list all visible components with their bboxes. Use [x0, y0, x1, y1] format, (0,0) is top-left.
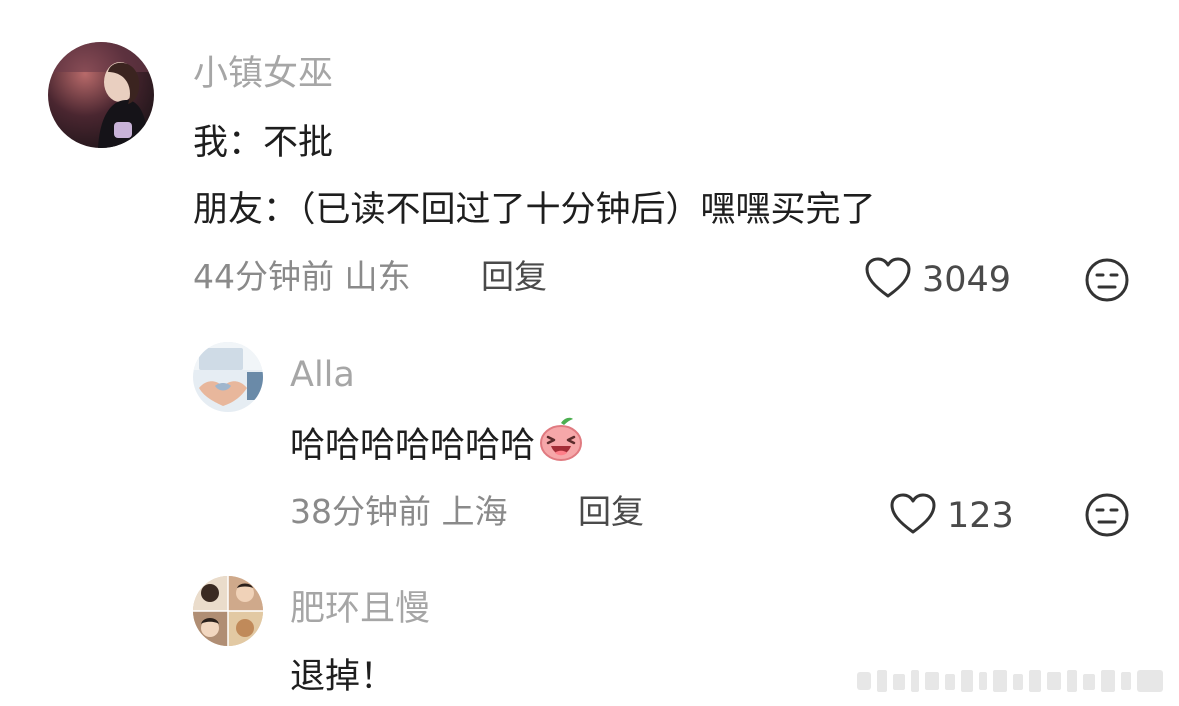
comment-1-like-button[interactable]: 3049	[864, 256, 1011, 304]
comment-2-time: 38分钟前	[290, 492, 431, 531]
comment-1-location: 山东	[344, 257, 411, 296]
meh-face-icon	[1084, 493, 1130, 542]
heart-outline-icon	[864, 256, 912, 304]
comment-2-dislike-button[interactable]	[1084, 492, 1130, 542]
comment-2-meta: 38分钟前 上海	[290, 492, 508, 532]
heart-outline-icon	[889, 492, 937, 540]
comment-3-username[interactable]: 肥环且慢	[290, 589, 430, 629]
comment-2-text: 哈哈哈哈哈哈哈	[290, 417, 585, 473]
comment-1-reply-button[interactable]: 回复	[481, 257, 547, 297]
comment-2-reply-button[interactable]: 回复	[578, 492, 644, 532]
comment-1-time: 44分钟前	[193, 257, 334, 296]
comment-1-dislike-button[interactable]	[1084, 257, 1130, 307]
comment-2-text-body: 哈哈哈哈哈哈哈	[290, 426, 536, 466]
comment-2-location: 上海	[441, 492, 508, 531]
comment-2-username[interactable]: Alla	[290, 355, 355, 395]
comment-2-like-button[interactable]: 123	[889, 492, 1014, 540]
meh-face-icon	[1084, 258, 1130, 307]
laughing-peach-emoji	[537, 415, 585, 473]
comment-1-text-line-1: 我：不批	[193, 123, 334, 163]
comment-1-like-count: 3049	[922, 260, 1012, 300]
avatar-comment-1[interactable]	[48, 42, 154, 148]
comment-1-meta: 44分钟前 山东	[193, 257, 411, 297]
comment-1-username[interactable]: 小镇女巫	[193, 54, 333, 94]
avatar-comment-3[interactable]	[193, 576, 263, 646]
comment-3-text: 退掉！	[290, 657, 396, 697]
avatar-comment-2[interactable]	[193, 342, 263, 412]
comment-1-text-line-2: 朋友：（已读不回过了十分钟后）嘿嘿买完了	[193, 190, 876, 230]
comment-2-like-count: 123	[947, 496, 1014, 536]
watermark	[857, 668, 1167, 698]
